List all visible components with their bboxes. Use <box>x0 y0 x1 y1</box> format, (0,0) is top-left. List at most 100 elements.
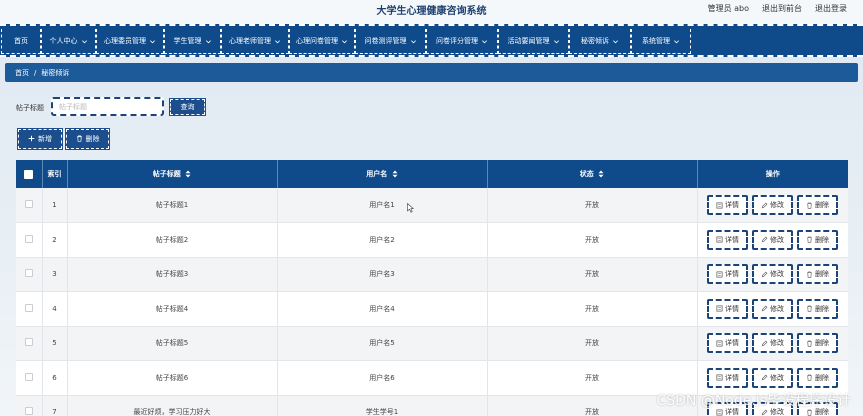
edit-button[interactable]: 修改 <box>752 195 793 215</box>
delete-button[interactable]: 删除 <box>65 128 110 150</box>
cell-username: 用户名1 <box>277 188 488 223</box>
table-row: 2 帖子标题2 用户名2 开放 详情 修改 删除 <box>16 222 848 258</box>
document-icon <box>716 271 723 278</box>
edit-button-label: 修改 <box>770 201 784 209</box>
cell-title: 帖子标题3 <box>67 257 278 292</box>
row-checkbox[interactable] <box>24 372 33 381</box>
nav-item-10[interactable]: 系统管理 <box>631 29 691 54</box>
delete-button[interactable]: 删除 <box>797 367 838 388</box>
edit-button[interactable]: 修改 <box>752 264 793 285</box>
document-icon <box>716 305 723 312</box>
delete-button-label: 删除 <box>815 235 829 244</box>
edit-button[interactable]: 修改 <box>752 367 793 388</box>
detail-button[interactable]: 详情 <box>707 229 748 250</box>
chevron-down-icon <box>482 39 487 43</box>
logout-link[interactable]: 退出登录 <box>815 3 847 14</box>
nav-item-5[interactable]: 心理问卷管理 <box>289 29 355 54</box>
trash-icon <box>806 305 813 312</box>
select-all-checkbox[interactable] <box>16 160 43 188</box>
nav-item-label: 首页 <box>14 37 28 45</box>
nav-item-9[interactable]: 秘密倾诉 <box>569 29 631 54</box>
watermark: CSDN @Node.js毕设程序设计 <box>656 393 851 409</box>
nav-item-label: 心理老师管理 <box>229 37 271 45</box>
add-button-label: 新增 <box>38 135 52 143</box>
row-checkbox[interactable] <box>24 234 33 243</box>
nav-item-2[interactable]: 心理委员管理 <box>96 29 164 54</box>
row-checkbox-cell <box>16 395 43 416</box>
pencil-icon <box>761 340 768 347</box>
detail-button[interactable]: 详情 <box>707 298 748 319</box>
mouse-cursor-icon <box>407 203 414 213</box>
nav-item-6[interactable]: 问卷测评管理 <box>355 29 426 54</box>
cell-ops: 详情 修改 删除 <box>697 326 848 361</box>
nav-item-label: 系统管理 <box>642 37 670 45</box>
sort-icon <box>598 170 604 178</box>
trash-icon <box>806 374 813 381</box>
detail-button[interactable]: 详情 <box>707 195 748 215</box>
add-button[interactable]: 新增 <box>17 128 63 150</box>
detail-button[interactable]: 详情 <box>707 333 748 354</box>
search-label: 帖子标题 <box>16 104 44 112</box>
front-link[interactable]: 退出到前台 <box>762 3 802 14</box>
delete-button[interactable]: 删除 <box>797 298 838 319</box>
top-links: 管理员 abo 退出到前台 退出登录 <box>708 3 847 14</box>
cell-index: 2 <box>42 222 68 258</box>
table-header-row: 索引 帖子标题 用户名 状态 操作 <box>16 160 848 188</box>
edit-button[interactable]: 修改 <box>752 229 793 250</box>
nav-item-label: 活动要闻管理 <box>507 37 550 45</box>
search-input[interactable] <box>51 97 164 116</box>
row-checkbox-cell <box>16 291 43 327</box>
nav-item-4[interactable]: 心理老师管理 <box>221 29 289 54</box>
row-checkbox-cell <box>16 360 43 396</box>
delete-button-label: 删除 <box>815 201 829 209</box>
chevron-down-icon <box>342 39 347 43</box>
row-checkbox[interactable] <box>24 200 33 208</box>
nav-item-label: 问卷测评管理 <box>364 37 407 45</box>
breadcrumb-home[interactable]: 首页 <box>15 68 29 78</box>
detail-button[interactable]: 详情 <box>707 367 748 388</box>
pencil-icon <box>761 271 768 278</box>
breadcrumb: 首页 / 秘密倾诉 <box>5 63 858 82</box>
cell-index: 1 <box>42 188 68 223</box>
delete-button[interactable]: 删除 <box>797 264 838 285</box>
trash-icon <box>806 202 813 209</box>
cell-title: 帖子标题4 <box>67 291 278 327</box>
document-icon <box>716 236 723 243</box>
edit-button-label: 修改 <box>770 339 784 348</box>
row-checkbox[interactable] <box>24 338 33 347</box>
nav-item-label: 心理问卷管理 <box>296 37 338 45</box>
delete-button[interactable]: 删除 <box>797 333 838 354</box>
nav-item-1[interactable]: 个人中心 <box>41 29 96 54</box>
detail-button[interactable]: 详情 <box>707 264 748 285</box>
row-checkbox[interactable] <box>24 407 33 416</box>
nav-item-label: 心理委员管理 <box>104 37 146 45</box>
delete-button[interactable]: 删除 <box>797 229 838 250</box>
edit-button[interactable]: 修改 <box>752 298 793 319</box>
nav-item-0[interactable]: 首页 <box>1 29 41 54</box>
chevron-down-icon <box>81 39 87 43</box>
search-button[interactable]: 查询 <box>169 98 206 116</box>
row-checkbox[interactable] <box>24 269 33 278</box>
cell-title: 帖子标题5 <box>67 326 278 361</box>
cell-index: 3 <box>42 257 68 292</box>
delete-button[interactable]: 删除 <box>797 195 838 215</box>
cell-status: 开放 <box>487 222 698 258</box>
cell-username: 用户名4 <box>277 291 488 327</box>
col-header-index: 索引 <box>42 160 68 188</box>
chevron-down-icon <box>275 39 280 43</box>
row-checkbox[interactable] <box>24 303 33 312</box>
cell-username: 用户名3 <box>277 257 488 292</box>
col-header-title[interactable]: 帖子标题 <box>67 160 278 188</box>
detail-button-label: 详情 <box>725 339 739 348</box>
col-header-status[interactable]: 状态 <box>487 160 698 188</box>
nav-item-8[interactable]: 活动要闻管理 <box>498 29 569 54</box>
nav-item-7[interactable]: 问卷评分管理 <box>426 29 498 54</box>
col-header-username[interactable]: 用户名 <box>277 160 488 188</box>
cell-username: 用户名6 <box>277 360 488 396</box>
edit-button[interactable]: 修改 <box>752 333 793 354</box>
table-row: 5 帖子标题5 用户名5 开放 详情 修改 删除 <box>16 326 848 361</box>
nav-item-3[interactable]: 学生管理 <box>164 29 221 54</box>
breadcrumb-separator: / <box>34 68 37 77</box>
cell-status: 开放 <box>487 291 698 327</box>
cell-title: 帖子标题2 <box>67 222 278 258</box>
